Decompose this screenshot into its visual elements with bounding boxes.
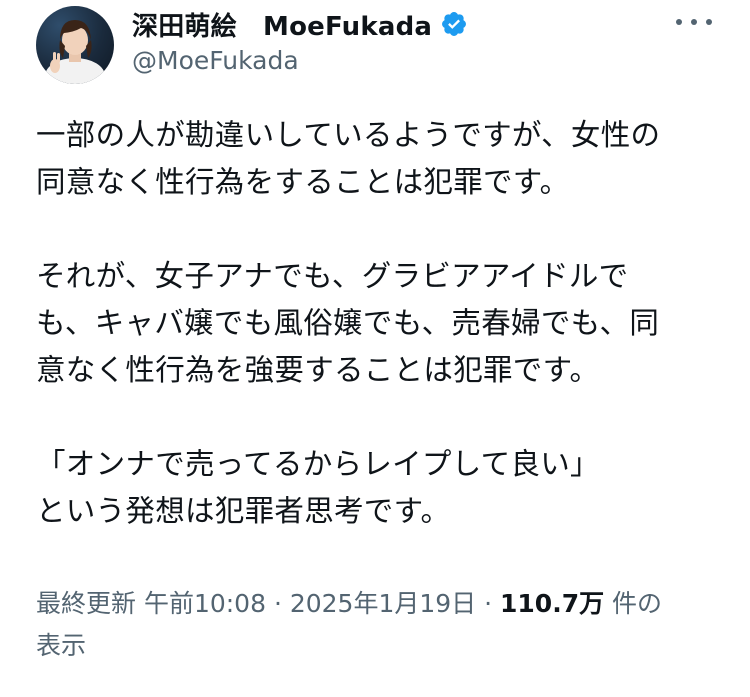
display-name[interactable]: 深田萌絵 MoeFukada — [132, 6, 432, 43]
more-dot — [676, 19, 682, 25]
more-dot — [706, 19, 712, 25]
name-row: 深田萌絵 MoeFukada — [132, 4, 468, 44]
tweet-header: 深田萌絵 MoeFukada @MoeFukada — [0, 0, 750, 90]
tweet-line: 意なく性行為を強要することは犯罪です。 — [36, 353, 600, 387]
tweet-line: それが、女子アナでも、グラビアアイドルで — [36, 259, 629, 293]
tweet-text: 一部の人が勘違いしているようですが、女性の 同意なく性行為をすることは犯罪です。… — [36, 112, 716, 535]
user-handle[interactable]: @MoeFukada — [132, 46, 299, 75]
tweet-paragraph: 一部の人が勘違いしているようですが、女性の 同意なく性行為をすることは犯罪です。 — [36, 112, 716, 206]
views-label-b: 表示 — [36, 631, 87, 660]
avatar[interactable] — [36, 6, 114, 84]
timestamp[interactable]: 最終更新 午前10:08 · 2025年1月19日 · — [36, 589, 500, 618]
tweet-line: 一部の人が勘違いしているようですが、女性の — [36, 118, 661, 152]
tweet-line: 同意なく性行為をすることは犯罪です。 — [36, 165, 570, 199]
views-count: 110.7万 — [500, 589, 605, 618]
display-name-en[interactable]: MoeFukada — [263, 12, 432, 42]
display-name-jp[interactable]: 深田萌絵 — [132, 12, 237, 42]
tweet-paragraph: 「オンナで売ってるからレイプして良い」 という発想は犯罪者思考です。 — [36, 441, 716, 535]
tweet-line: 「オンナで売ってるからレイプして良い」 — [36, 447, 600, 481]
more-dot — [691, 19, 697, 25]
tweet-line: という発想は犯罪者思考です。 — [36, 494, 451, 528]
display-name-spacer — [237, 12, 263, 42]
views-label-a: 件の — [604, 589, 663, 618]
tweet-line: も、キャバ嬢でも風俗嬢でも、売春婦でも、同 — [36, 306, 660, 340]
more-options-icon[interactable] — [676, 10, 712, 34]
tweet-paragraph: それが、女子アナでも、グラビアアイドルで も、キャバ嬢でも風俗嬢でも、売春婦でも… — [36, 253, 716, 394]
avatar-image — [45, 20, 105, 84]
tweet-meta: 最終更新 午前10:08 · 2025年1月19日 · 110.7万 件の表示 — [36, 583, 716, 667]
verified-badge-icon[interactable] — [440, 10, 468, 38]
